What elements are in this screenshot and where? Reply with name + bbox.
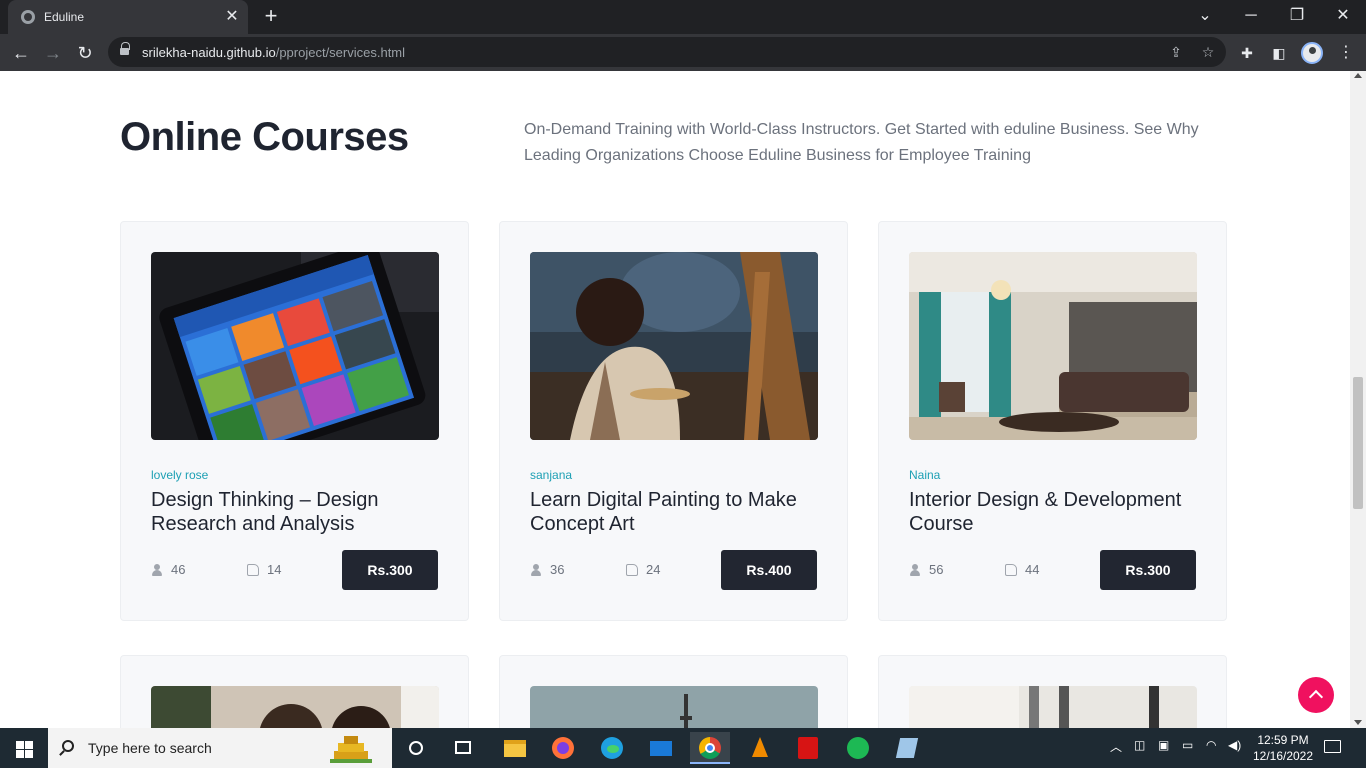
page-viewport: Online Courses On-Demand Training with W… [0, 71, 1350, 728]
course-card[interactable] [878, 655, 1227, 728]
browser-toolbar: ← → ↻ srilekha-naidu.github.io/pproject/… [0, 34, 1366, 71]
show-hidden-icons[interactable]: ︿ [1110, 738, 1122, 755]
url-host: srilekha-naidu.github.io [142, 45, 276, 60]
mail-icon[interactable] [641, 732, 681, 764]
students-count: 46 [151, 562, 185, 577]
students-count: 36 [530, 562, 564, 577]
likes-value: 24 [646, 562, 661, 577]
course-image-interior[interactable] [909, 252, 1197, 440]
restore-button[interactable]: ❐ [1274, 0, 1320, 34]
tab-title: Eduline [44, 10, 85, 24]
firefox-icon[interactable] [543, 732, 583, 764]
likes-value: 44 [1025, 562, 1040, 577]
scroll-thumb[interactable] [1353, 377, 1363, 509]
taskbar-clock[interactable]: 12:59 PM 12/16/2022 [1250, 732, 1316, 764]
course-author[interactable]: Naina [909, 468, 940, 482]
lock-icon[interactable] [120, 42, 130, 57]
thumbs-up-icon [1005, 563, 1017, 576]
back-arrow-icon[interactable]: ← [8, 40, 34, 66]
thumbs-up-icon [247, 563, 259, 576]
page-title: Online Courses [120, 115, 409, 159]
side-panel-icon[interactable]: ◧ [1268, 42, 1290, 64]
user-icon [151, 563, 163, 576]
search-highlight-icon [330, 736, 372, 763]
students-value: 56 [929, 562, 944, 577]
course-card[interactable]: lovely rose Design Thinking – Design Res… [120, 221, 469, 621]
course-card[interactable] [120, 655, 469, 728]
bookmark-star-icon[interactable]: ☆ [1198, 42, 1218, 62]
search-icon [62, 740, 74, 752]
tab-eduline[interactable]: Eduline ✕ [8, 0, 248, 34]
students-value: 36 [550, 562, 565, 577]
acrobat-icon[interactable] [788, 732, 828, 764]
course-author[interactable]: lovely rose [151, 468, 208, 482]
minimize-button[interactable]: ─ [1228, 0, 1274, 34]
course-image-people[interactable] [151, 686, 439, 728]
course-image-tower[interactable] [530, 686, 818, 728]
scroll-up-arrow-icon[interactable] [1354, 73, 1362, 78]
back-to-top-button[interactable] [1298, 677, 1334, 713]
more-menu-icon[interactable]: ⋮ [1336, 42, 1356, 64]
file-explorer-icon[interactable] [494, 732, 534, 764]
course-image-tablet[interactable] [151, 252, 439, 440]
page-scrollbar[interactable] [1350, 71, 1366, 728]
likes-count: 14 [247, 562, 281, 577]
vlc-icon[interactable] [740, 732, 780, 764]
url-path: /pproject/services.html [275, 45, 406, 60]
chrome-icon[interactable] [690, 732, 730, 764]
notes-app-icon[interactable] [887, 732, 927, 764]
tab-strip: Eduline ✕ + ⌄ ─ ❐ ✕ [0, 0, 1366, 34]
clock-time: 12:59 PM [1257, 733, 1309, 747]
new-tab-button[interactable]: + [259, 5, 283, 29]
likes-count: 24 [626, 562, 660, 577]
clock-date: 12/16/2022 [1252, 749, 1314, 763]
url-text[interactable]: srilekha-naidu.github.io/pproject/servic… [142, 45, 405, 60]
tab-search-icon[interactable]: ⌄ [1182, 0, 1228, 34]
students-value: 46 [171, 562, 186, 577]
task-view-icon[interactable] [443, 732, 483, 764]
user-icon [909, 563, 921, 576]
notification-center-icon[interactable] [1324, 740, 1341, 753]
likes-value: 14 [267, 562, 282, 577]
course-image-painting[interactable] [530, 252, 818, 440]
windows-start-button[interactable] [0, 728, 48, 768]
extensions-puzzle-icon[interactable]: ✚ [1236, 42, 1258, 64]
scroll-down-arrow-icon[interactable] [1354, 720, 1362, 725]
share-icon[interactable]: ⇪ [1166, 42, 1186, 62]
user-icon [530, 563, 542, 576]
course-card[interactable]: sanjana Learn Digital Painting to Make C… [499, 221, 848, 621]
students-count: 56 [909, 562, 943, 577]
course-title[interactable]: Interior Design & Development Course [909, 488, 1199, 536]
search-placeholder: Type here to search [88, 740, 212, 756]
section-description: On-Demand Training with World-Class Inst… [524, 121, 1199, 164]
meet-now-icon[interactable]: ◫ [1134, 738, 1145, 752]
thumbs-up-icon [626, 563, 638, 576]
globe-icon [21, 10, 35, 24]
cortana-icon[interactable] [396, 732, 436, 764]
price-button[interactable]: Rs.400 [721, 550, 817, 590]
close-window-button[interactable]: ✕ [1320, 0, 1366, 34]
course-card[interactable]: Naina Interior Design & Development Cour… [878, 221, 1227, 621]
forward-arrow-icon[interactable]: → [40, 40, 66, 66]
address-bar[interactable]: srilekha-naidu.github.io/pproject/servic… [108, 37, 1226, 67]
course-title[interactable]: Learn Digital Painting to Make Concept A… [530, 488, 820, 536]
likes-count: 44 [1005, 562, 1039, 577]
taskbar-search-box[interactable]: Type here to search [48, 728, 392, 768]
edge-icon[interactable] [592, 732, 632, 764]
display-icon[interactable]: ▣ [1158, 738, 1169, 752]
volume-icon[interactable]: ◀) [1228, 738, 1241, 752]
course-title[interactable]: Design Thinking – Design Research and An… [151, 488, 441, 536]
wifi-icon[interactable]: ◠ [1206, 738, 1216, 752]
battery-icon[interactable]: ▭ [1182, 738, 1193, 752]
price-button[interactable]: Rs.300 [342, 550, 438, 590]
price-button[interactable]: Rs.300 [1100, 550, 1196, 590]
course-image-office[interactable] [909, 686, 1197, 728]
windows-taskbar: Type here to search ︿ ◫ ▣ ▭ ◠ ◀) 12:59 P… [0, 728, 1366, 768]
profile-avatar[interactable] [1301, 42, 1323, 64]
course-author[interactable]: sanjana [530, 468, 572, 482]
reload-icon[interactable]: ↻ [72, 40, 98, 66]
course-card[interactable] [499, 655, 848, 728]
close-tab-icon[interactable]: ✕ [222, 7, 242, 27]
spotify-icon[interactable] [838, 732, 878, 764]
